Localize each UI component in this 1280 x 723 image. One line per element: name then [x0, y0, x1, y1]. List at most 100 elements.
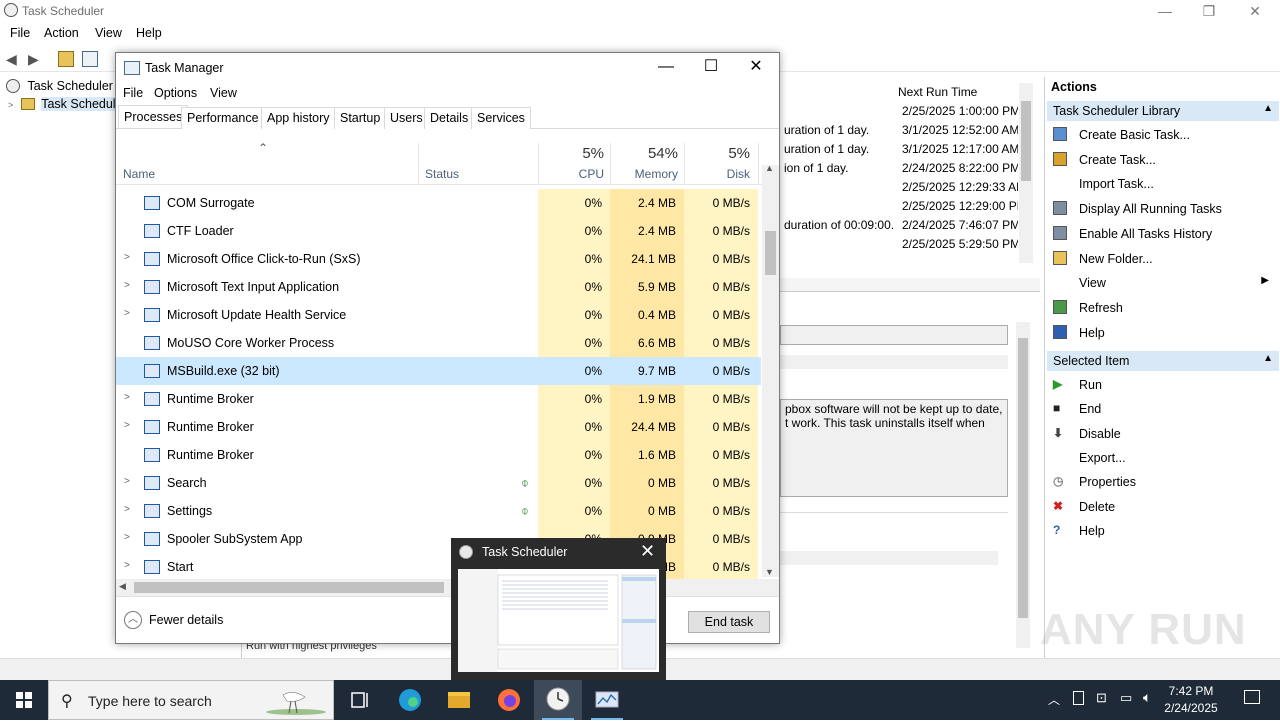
process-row[interactable]: CTF Loader 0% 2.4 MB 0 MB/s: [116, 217, 761, 245]
chevron-right-icon[interactable]: >: [124, 252, 130, 263]
start-button[interactable]: [0, 680, 48, 720]
task-trigger[interactable]: uration of 1 day.: [784, 142, 869, 156]
task-next-run[interactable]: 2/25/2025 5:29:50 PM: [902, 237, 1018, 251]
action-import-task[interactable]: Import Task...: [1049, 173, 1277, 195]
chevron-right-icon[interactable]: >: [124, 420, 130, 431]
chevron-right-icon[interactable]: >: [124, 532, 130, 543]
tm-menu-file[interactable]: File: [123, 86, 143, 100]
process-hscroll[interactable]: ◀: [116, 579, 779, 596]
action-disable[interactable]: ⬇ Disable: [1049, 423, 1277, 445]
process-row[interactable]: Runtime Broker 0% 1.6 MB 0 MB/s: [116, 441, 761, 469]
task-next-run[interactable]: 2/24/2025 7:46:07 PM: [902, 218, 1018, 232]
network-status-icon[interactable]: ⊡: [1096, 690, 1107, 706]
task-next-run[interactable]: 2/24/2025 8:22:00 PM: [902, 161, 1018, 175]
action-display-all-running-tasks[interactable]: Display All Running Tasks: [1049, 198, 1277, 220]
chevron-right-icon[interactable]: >: [124, 308, 130, 319]
tm-maximize-button[interactable]: ☐: [688, 53, 734, 83]
hscroll-thumb[interactable]: [134, 582, 444, 593]
action-help[interactable]: Help: [1049, 322, 1277, 344]
process-row[interactable]: > Runtime Broker 0% 24.4 MB 0 MB/s: [116, 413, 761, 441]
tab-users[interactable]: Users: [384, 107, 429, 129]
chevron-right-icon[interactable]: >: [124, 280, 130, 291]
task-trigger[interactable]: duration of 00:09:00.: [784, 218, 894, 232]
tab-startup[interactable]: Startup: [334, 107, 387, 129]
task-list-scrollbar[interactable]: [1019, 83, 1033, 263]
action-end[interactable]: ■ End: [1049, 398, 1277, 420]
tm-menu-options[interactable]: Options: [154, 86, 197, 100]
show-pane-icon[interactable]: [82, 51, 98, 67]
task-next-run[interactable]: 2/25/2025 1:00:00 PM: [902, 104, 1018, 118]
task-next-run[interactable]: 3/1/2025 12:52:00 AM: [902, 123, 1018, 137]
process-row[interactable]: MSBuild.exe (32 bit) 0% 9.7 MB 0 MB/s: [116, 357, 761, 385]
tab-app-history[interactable]: App history: [261, 107, 336, 129]
task-list-hscroll[interactable]: [780, 278, 1040, 292]
taskbar-file-explorer[interactable]: [435, 680, 483, 720]
action-run[interactable]: ▶ Run: [1049, 374, 1277, 396]
action-view[interactable]: View ▶: [1049, 272, 1277, 294]
action-delete[interactable]: ✖ Delete: [1049, 496, 1277, 518]
menu-help[interactable]: Help: [136, 26, 162, 40]
folder-up-icon[interactable]: [58, 51, 74, 67]
taskbar-task-scheduler[interactable]: [534, 680, 582, 720]
action-new-folder[interactable]: New Folder...: [1049, 248, 1277, 270]
next-run-header[interactable]: Next Run Time: [898, 85, 977, 99]
menu-view[interactable]: View: [95, 26, 122, 40]
volume-icon[interactable]: 🔈︎: [1143, 689, 1151, 706]
thumbnail-close-icon[interactable]: ✕: [640, 541, 655, 562]
action-create-task[interactable]: Create Task...: [1049, 149, 1277, 171]
menu-file[interactable]: File: [10, 26, 30, 40]
detail-scrollbar[interactable]: [1016, 322, 1030, 648]
task-next-run[interactable]: 2/25/2025 12:29:33 AM: [902, 180, 1018, 194]
thumbnail-preview[interactable]: [458, 569, 659, 672]
taskbar-search[interactable]: ⚲ Type here to search: [48, 680, 334, 720]
network-icon[interactable]: ▭: [1120, 690, 1132, 706]
chevron-up-icon[interactable]: ︿: [1048, 691, 1060, 708]
process-row[interactable]: > Microsoft Text Input Application 0% 5.9 M…: [116, 273, 761, 301]
tab-performance[interactable]: Performance: [181, 107, 265, 129]
scroll-left-icon[interactable]: ◀: [119, 581, 126, 592]
close-button[interactable]: ✕: [1232, 1, 1278, 21]
action-export[interactable]: Export...: [1049, 447, 1277, 469]
chevron-right-icon[interactable]: >: [124, 476, 130, 487]
process-row[interactable]: > Runtime Broker 0% 1.9 MB 0 MB/s: [116, 385, 761, 413]
scroll-up-icon[interactable]: ▲: [765, 163, 774, 173]
taskbar-thumbnail[interactable]: Task Scheduler ✕: [451, 538, 666, 680]
back-arrow-icon[interactable]: ◀: [6, 51, 22, 67]
action-enable-all-tasks-history[interactable]: Enable All Tasks History: [1049, 223, 1277, 245]
taskbar-edge[interactable]: [386, 680, 434, 720]
tree-root[interactable]: Task Scheduler (L: [6, 79, 116, 93]
process-row[interactable]: > Search ⌽ 0% 0 MB 0 MB/s: [116, 469, 761, 497]
clock-date[interactable]: 2/24/2025: [1152, 701, 1230, 715]
action-create-basic-task[interactable]: Create Basic Task...: [1049, 124, 1277, 146]
battery-icon[interactable]: [1073, 691, 1084, 705]
task-next-run[interactable]: 3/1/2025 12:17:00 AM: [902, 142, 1018, 156]
task-name-field[interactable]: [780, 325, 1008, 345]
process-row[interactable]: MoUSO Core Worker Process 0% 6.6 MB 0 MB/s: [116, 329, 761, 357]
tm-close-button[interactable]: ✕: [733, 53, 779, 83]
collapse-icon[interactable]: ▲: [1263, 353, 1273, 364]
process-row[interactable]: > Microsoft Office Click-to-Run (SxS) 0% 24…: [116, 245, 761, 273]
section-library[interactable]: Task Scheduler Library ▲: [1047, 101, 1279, 121]
chevron-right-icon[interactable]: >: [124, 560, 130, 571]
action-refresh[interactable]: Refresh: [1049, 297, 1277, 319]
taskbar-task-manager[interactable]: [583, 680, 631, 720]
col-cpu[interactable]: CPU: [538, 167, 604, 181]
col-name[interactable]: Name: [123, 167, 155, 181]
process-vscroll[interactable]: ▲ ▼: [762, 163, 779, 577]
menu-action[interactable]: Action: [44, 26, 79, 40]
tree-library[interactable]: > Task Schedule: [8, 97, 116, 111]
taskbar-firefox[interactable]: [485, 680, 533, 720]
process-row[interactable]: > Settings ⌽ 0% 0 MB 0 MB/s: [116, 497, 761, 525]
tab-processes[interactable]: Processes: [118, 105, 189, 128]
process-row[interactable]: COM Surrogate 0% 2.4 MB 0 MB/s: [116, 189, 761, 217]
chevron-right-icon[interactable]: >: [124, 504, 130, 515]
collapse-icon[interactable]: ▲: [1263, 103, 1273, 114]
task-trigger[interactable]: ion of 1 day.: [784, 161, 849, 175]
col-status[interactable]: Status: [425, 167, 459, 181]
minimize-button[interactable]: —: [1142, 1, 1188, 21]
process-row[interactable]: > Microsoft Update Health Service 0% 0.4 MB…: [116, 301, 761, 329]
scroll-thumb[interactable]: [765, 231, 776, 275]
scroll-down-icon[interactable]: ▼: [765, 567, 774, 577]
notifications-icon[interactable]: [1244, 690, 1260, 704]
tm-menu-view[interactable]: View: [210, 86, 237, 100]
